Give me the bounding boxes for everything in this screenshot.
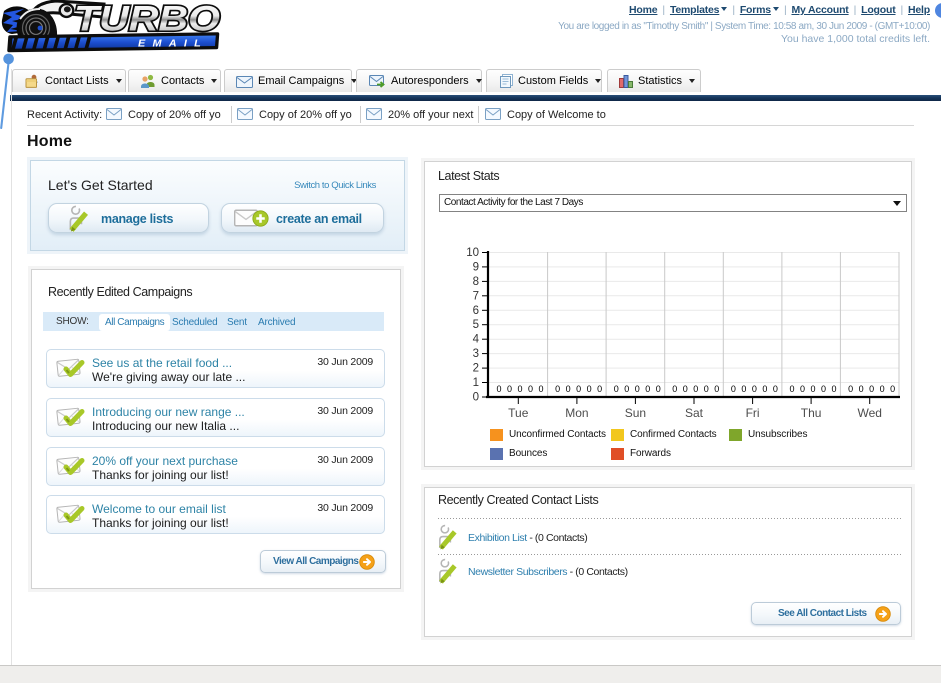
- svg-text:0: 0: [517, 384, 522, 394]
- svg-text:0: 0: [821, 384, 826, 394]
- svg-text:Sat: Sat: [685, 406, 704, 420]
- svg-text:0: 0: [645, 384, 650, 394]
- svg-text:0: 0: [869, 384, 874, 394]
- svg-text:Thu: Thu: [801, 406, 822, 420]
- svg-text:5: 5: [473, 319, 479, 331]
- svg-text:0: 0: [635, 384, 640, 394]
- svg-text:0: 0: [890, 384, 895, 394]
- svg-text:0: 0: [741, 384, 746, 394]
- svg-text:0: 0: [555, 384, 560, 394]
- svg-text:0: 0: [587, 384, 592, 394]
- svg-text:0: 0: [762, 384, 767, 394]
- svg-text:Fri: Fri: [746, 406, 760, 420]
- svg-text:0: 0: [731, 384, 736, 394]
- svg-text:0: 0: [473, 391, 479, 403]
- svg-text:10: 10: [466, 247, 479, 259]
- svg-text:0: 0: [656, 384, 661, 394]
- svg-text:0: 0: [704, 384, 709, 394]
- svg-text:0: 0: [831, 384, 836, 394]
- svg-text:0: 0: [789, 384, 794, 394]
- svg-text:Sun: Sun: [625, 406, 646, 420]
- svg-text:6: 6: [473, 305, 479, 317]
- svg-text:0: 0: [576, 384, 581, 394]
- svg-text:0: 0: [880, 384, 885, 394]
- svg-text:0: 0: [566, 384, 571, 394]
- svg-text:0: 0: [507, 384, 512, 394]
- svg-text:1: 1: [473, 377, 479, 389]
- svg-text:8: 8: [473, 276, 479, 288]
- svg-text:9: 9: [473, 261, 479, 273]
- svg-text:0: 0: [624, 384, 629, 394]
- svg-text:0: 0: [672, 384, 677, 394]
- svg-text:Mon: Mon: [565, 406, 588, 420]
- svg-text:4: 4: [473, 334, 480, 346]
- svg-text:0: 0: [614, 384, 619, 394]
- svg-text:0: 0: [538, 384, 543, 394]
- svg-text:0: 0: [800, 384, 805, 394]
- svg-text:Wed: Wed: [857, 406, 881, 420]
- svg-text:0: 0: [597, 384, 602, 394]
- svg-text:0: 0: [714, 384, 719, 394]
- svg-text:2: 2: [473, 363, 479, 375]
- svg-text:TURBO: TURBO: [74, 0, 220, 39]
- svg-text:Tue: Tue: [508, 406, 529, 420]
- svg-text:3: 3: [473, 348, 479, 360]
- svg-text:0: 0: [683, 384, 688, 394]
- svg-text:0: 0: [859, 384, 864, 394]
- svg-text:0: 0: [496, 384, 501, 394]
- svg-text:0: 0: [528, 384, 533, 394]
- svg-text:0: 0: [848, 384, 853, 394]
- svg-text:0: 0: [693, 384, 698, 394]
- svg-text:0: 0: [810, 384, 815, 394]
- svg-text:0: 0: [752, 384, 757, 394]
- svg-text:7: 7: [473, 290, 479, 302]
- svg-text:EMAIL: EMAIL: [138, 38, 208, 50]
- svg-text:0: 0: [773, 384, 778, 394]
